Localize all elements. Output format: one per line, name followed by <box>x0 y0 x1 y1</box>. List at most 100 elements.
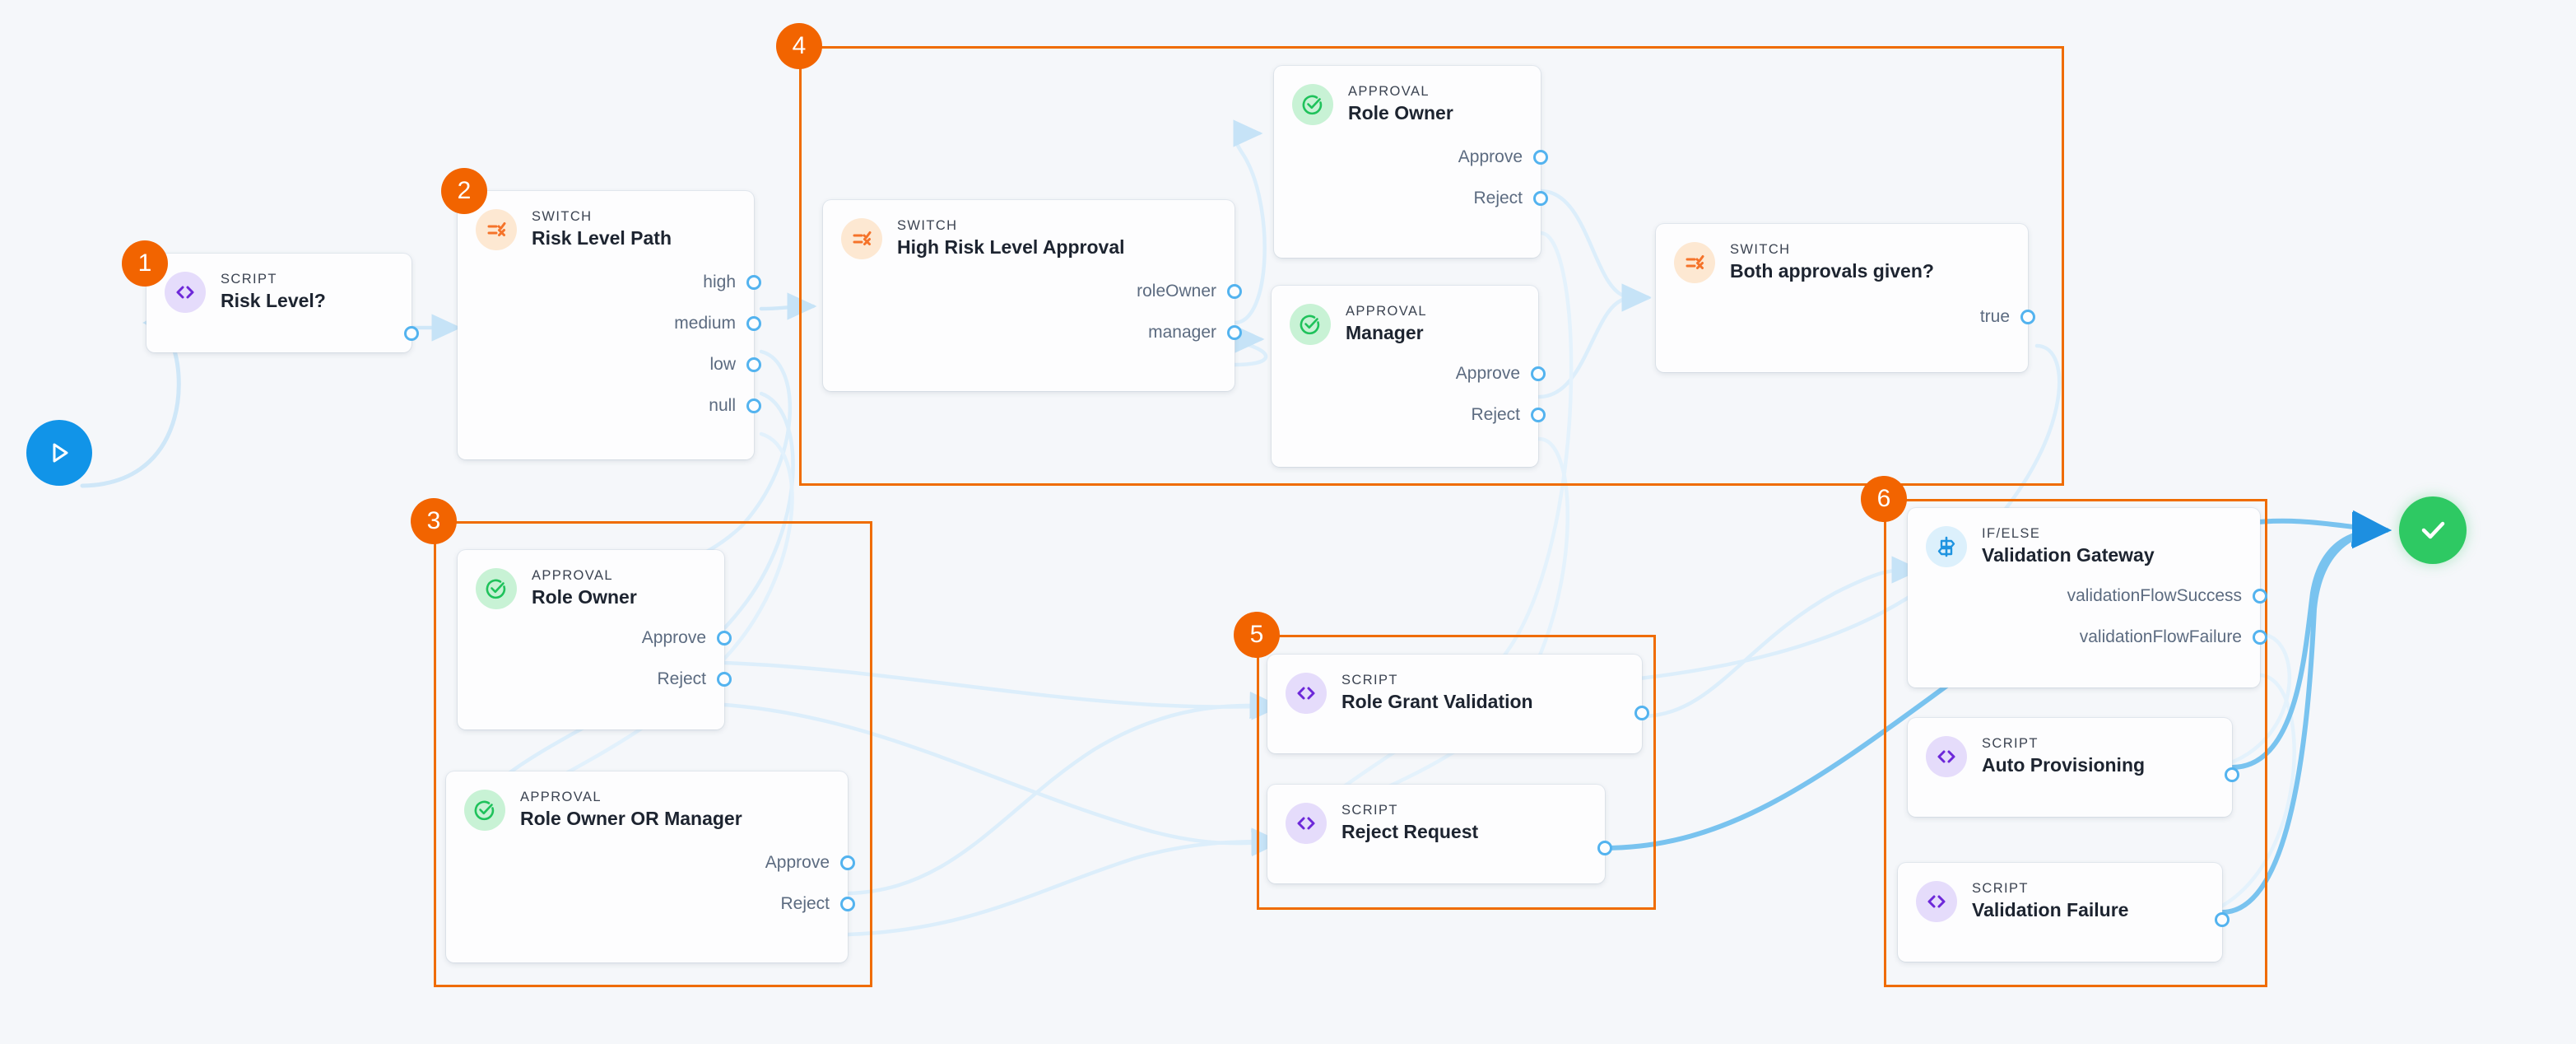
group-badge-3-label: 3 <box>427 509 441 534</box>
node-high-risk-level-approval[interactable]: SWITCH High Risk Level Approval roleOwne… <box>823 200 1235 391</box>
output-port-reject[interactable]: Reject <box>1274 188 1541 208</box>
port-dot[interactable] <box>2253 630 2267 645</box>
port-dot[interactable] <box>746 275 761 290</box>
port-label: Approve <box>765 853 848 873</box>
output-port[interactable] <box>1634 706 1649 720</box>
port-dot[interactable] <box>717 672 732 687</box>
check-icon <box>2416 513 2450 548</box>
node-risk-level-path[interactable]: SWITCH Risk Level Path high medium low n… <box>458 191 754 459</box>
node-header: APPROVAL Role Owner <box>458 550 724 609</box>
node-manager-high[interactable]: APPROVAL Manager Approve Reject <box>1272 286 1538 467</box>
port-dot[interactable] <box>840 897 855 911</box>
output-port-approve[interactable]: Approve <box>446 852 848 873</box>
node-header: SCRIPT Role Grant Validation <box>1267 655 1642 714</box>
group-badge-6[interactable]: 6 <box>1861 476 1907 522</box>
output-port-high[interactable]: high <box>458 272 754 292</box>
output-ports: Approve Reject <box>1274 147 1541 208</box>
output-port-reject[interactable]: Reject <box>446 893 848 914</box>
output-ports: Approve Reject <box>446 852 848 914</box>
output-port-roleowner[interactable]: roleOwner <box>823 281 1235 301</box>
group-badge-4[interactable]: 4 <box>776 23 822 69</box>
port-dot[interactable] <box>840 855 855 870</box>
group-badge-5[interactable]: 5 <box>1234 612 1280 658</box>
node-role-owner-high[interactable]: APPROVAL Role Owner Approve Reject <box>1274 66 1541 258</box>
port-dot[interactable] <box>717 631 732 646</box>
output-ports: high medium low null <box>458 272 754 416</box>
node-header: SCRIPT Risk Level? <box>146 254 412 313</box>
output-port-null[interactable]: null <box>458 395 754 416</box>
output-port-reject[interactable]: Reject <box>1272 404 1538 425</box>
node-reject-request[interactable]: SCRIPT Reject Request <box>1267 785 1605 883</box>
node-both-approvals-given[interactable]: SWITCH Both approvals given? true <box>1656 224 2028 372</box>
node-header: APPROVAL Role Owner <box>1274 66 1541 125</box>
node-risk-level[interactable]: SCRIPT Risk Level? <box>146 254 412 352</box>
node-badge-1-label: 1 <box>138 251 152 276</box>
output-port-validationflowsuccess[interactable]: validationFlowSuccess <box>1908 585 2260 606</box>
port-dot[interactable] <box>1531 408 1546 422</box>
port-dot[interactable] <box>2253 589 2267 604</box>
output-port-approve[interactable]: Approve <box>1272 363 1538 384</box>
output-port-approve[interactable]: Approve <box>1274 147 1541 167</box>
node-header: SCRIPT Reject Request <box>1267 785 1605 844</box>
port-dot[interactable] <box>1533 191 1548 206</box>
output-port-true[interactable]: true <box>1656 306 2028 327</box>
output-port[interactable] <box>2215 912 2230 927</box>
output-ports: true <box>1656 306 2028 327</box>
code-icon <box>1286 803 1327 844</box>
port-label: Reject <box>657 669 724 689</box>
output-port[interactable] <box>404 326 419 341</box>
group-badge-5-label: 5 <box>1250 622 1264 647</box>
output-port-reject[interactable]: Reject <box>458 669 724 689</box>
code-icon <box>1926 736 1967 777</box>
port-dot[interactable] <box>746 398 761 413</box>
port-dot[interactable] <box>746 316 761 331</box>
node-badge-1[interactable]: 1 <box>122 240 168 287</box>
node-type-label: SCRIPT <box>1982 736 2145 752</box>
output-port[interactable] <box>2225 767 2239 782</box>
workflow-canvas[interactable]: 4 3 5 6 1 2 SCRIPT <box>0 0 2576 1044</box>
port-dot[interactable] <box>1227 284 1242 299</box>
node-type-label: IF/ELSE <box>1982 526 2155 542</box>
node-header: APPROVAL Manager <box>1272 286 1538 345</box>
port-label: medium <box>674 314 754 333</box>
node-role-grant-validation[interactable]: SCRIPT Role Grant Validation <box>1267 655 1642 753</box>
node-auto-provisioning[interactable]: SCRIPT Auto Provisioning <box>1908 718 2232 817</box>
start-node[interactable] <box>26 420 92 486</box>
output-port-manager[interactable]: manager <box>823 322 1235 343</box>
output-port[interactable] <box>1597 841 1612 855</box>
output-port-medium[interactable]: medium <box>458 313 754 333</box>
node-title-label: High Risk Level Approval <box>897 236 1125 259</box>
node-header: SWITCH Risk Level Path <box>458 191 754 250</box>
node-role-owner-medium[interactable]: APPROVAL Role Owner Approve Reject <box>458 550 724 729</box>
port-dot[interactable] <box>1533 150 1548 165</box>
port-label: roleOwner <box>1137 282 1235 301</box>
node-validation-failure[interactable]: SCRIPT Validation Failure <box>1898 863 2222 962</box>
port-dot[interactable] <box>2020 310 2035 324</box>
port-label: manager <box>1148 323 1235 343</box>
port-dot[interactable] <box>1531 366 1546 381</box>
node-type-label: SCRIPT <box>1972 881 2128 897</box>
port-label: Approve <box>1456 364 1538 384</box>
node-type-label: APPROVAL <box>520 790 742 805</box>
node-title-label: Role Owner OR Manager <box>520 808 742 831</box>
group-badge-3[interactable]: 3 <box>411 498 457 544</box>
port-label: validationFlowSuccess <box>2067 586 2260 606</box>
node-header: IF/ELSE Validation Gateway <box>1908 508 2260 567</box>
node-role-owner-or-manager[interactable]: APPROVAL Role Owner OR Manager Approve R… <box>446 771 848 962</box>
output-port-approve[interactable]: Approve <box>458 627 724 648</box>
node-type-label: APPROVAL <box>532 568 637 584</box>
node-title-label: Both approvals given? <box>1730 260 1934 283</box>
node-type-label: APPROVAL <box>1348 84 1453 100</box>
node-badge-2[interactable]: 2 <box>441 168 487 214</box>
output-port-low[interactable]: low <box>458 354 754 375</box>
node-type-label: SCRIPT <box>1341 673 1533 688</box>
approval-check-icon <box>476 568 517 609</box>
node-validation-gateway[interactable]: IF/ELSE Validation Gateway validationFlo… <box>1908 508 2260 687</box>
approval-check-icon <box>1292 84 1333 125</box>
port-dot[interactable] <box>1227 325 1242 340</box>
output-ports: validationFlowSuccess validationFlowFail… <box>1908 585 2260 647</box>
end-node[interactable] <box>2399 496 2467 564</box>
output-port-validationflowfailure[interactable]: validationFlowFailure <box>1908 627 2260 647</box>
port-dot[interactable] <box>746 357 761 372</box>
code-icon <box>165 272 206 313</box>
